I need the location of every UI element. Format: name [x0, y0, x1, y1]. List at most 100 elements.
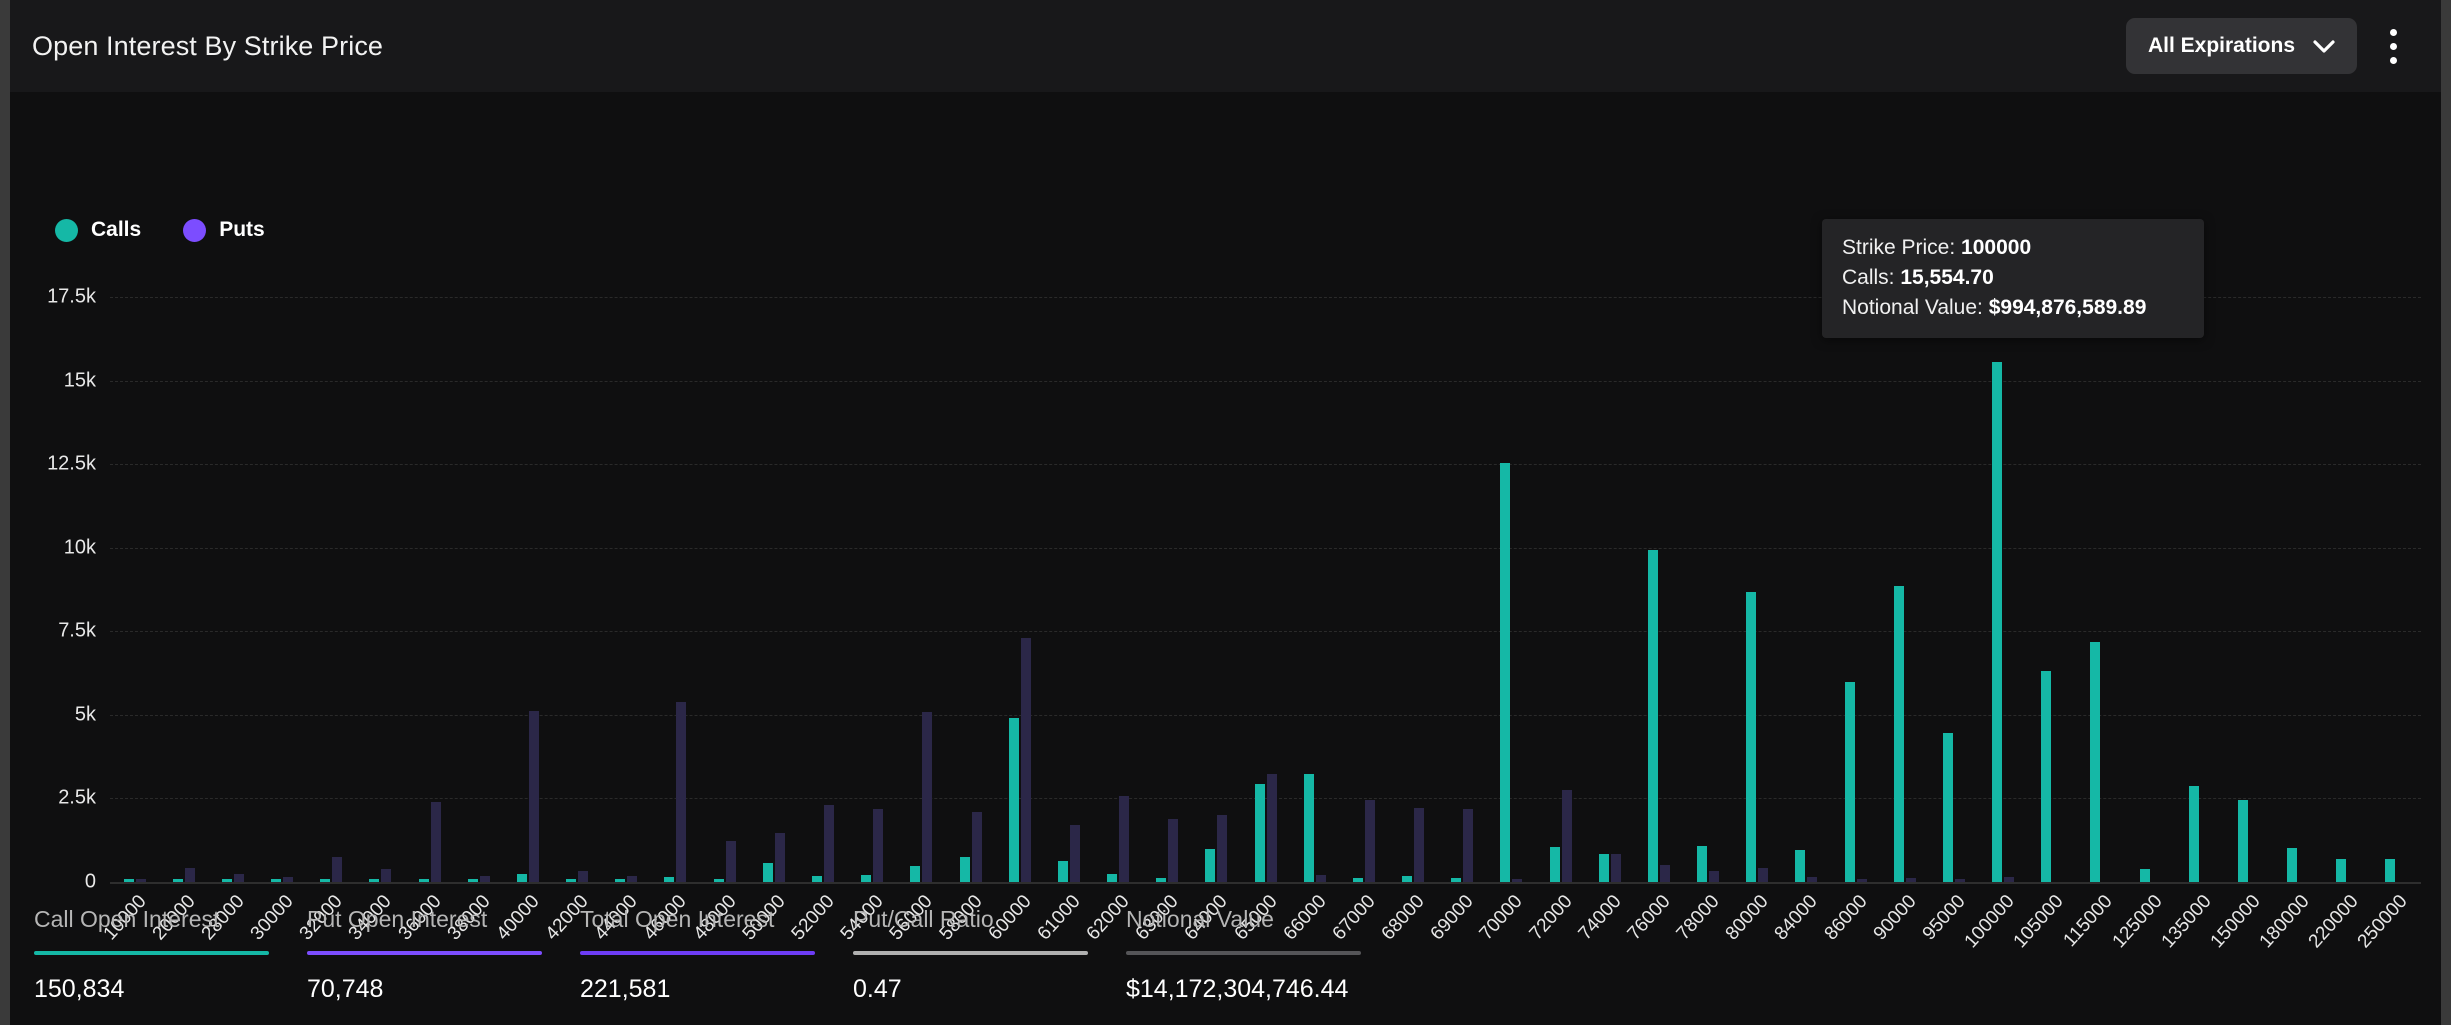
put-bar[interactable]: [479, 875, 490, 882]
call-bar[interactable]: [959, 856, 970, 882]
call-bar[interactable]: [713, 878, 724, 882]
bar-group[interactable]: 40000: [493, 267, 552, 944]
call-bar[interactable]: [2237, 800, 2248, 882]
call-bar[interactable]: [1942, 732, 1953, 882]
put-bar[interactable]: [1414, 808, 1425, 882]
call-bar[interactable]: [1500, 462, 1511, 882]
put-bar[interactable]: [823, 804, 834, 882]
call-bar[interactable]: [1352, 878, 1363, 882]
call-bar[interactable]: [1746, 591, 1757, 882]
bar-group[interactable]: 150000: [2207, 267, 2273, 952]
bar-group[interactable]: 67000: [1329, 267, 1388, 944]
call-bar[interactable]: [1992, 362, 2003, 882]
call-bar[interactable]: [172, 879, 183, 882]
put-bar[interactable]: [1659, 864, 1670, 882]
put-bar[interactable]: [1856, 879, 1867, 882]
put-bar[interactable]: [184, 867, 195, 882]
put-bar[interactable]: [873, 808, 884, 882]
call-bar[interactable]: [2188, 785, 2199, 882]
bar-group[interactable]: 38000: [443, 267, 503, 944]
bar-group[interactable]: 36000: [394, 267, 454, 944]
put-bar[interactable]: [1069, 825, 1080, 882]
call-bar[interactable]: [1402, 875, 1413, 882]
put-bar[interactable]: [1217, 814, 1228, 882]
legend-item-calls[interactable]: Calls: [55, 218, 141, 242]
kebab-menu-icon[interactable]: [2375, 18, 2411, 74]
bar-group[interactable]: 42000: [542, 267, 602, 944]
expirations-dropdown[interactable]: All Expirations: [2125, 18, 2357, 74]
put-bar[interactable]: [1315, 874, 1326, 882]
put-bar[interactable]: [1512, 879, 1523, 882]
bar-group[interactable]: 105000: [2010, 267, 2077, 952]
call-bar[interactable]: [1697, 845, 1708, 882]
put-bar[interactable]: [1954, 879, 1965, 882]
call-bar[interactable]: [615, 879, 626, 882]
call-bar[interactable]: [1008, 717, 1019, 882]
call-bar[interactable]: [2139, 868, 2150, 882]
bar-group[interactable]: 46000: [640, 267, 700, 944]
bar-group[interactable]: 69000: [1427, 267, 1487, 944]
put-bar[interactable]: [971, 811, 982, 882]
bar-group[interactable]: 84000: [1771, 267, 1831, 944]
put-bar[interactable]: [528, 711, 539, 882]
legend-item-puts[interactable]: Puts: [183, 218, 265, 242]
bar-group[interactable]: 28000: [198, 267, 257, 944]
bar-group[interactable]: 125000: [2108, 267, 2175, 952]
bar-group[interactable]: 52000: [788, 267, 847, 944]
bar-group[interactable]: 60000: [984, 267, 1044, 944]
call-bar[interactable]: [1254, 784, 1265, 882]
put-bar[interactable]: [1020, 638, 1031, 882]
call-bar[interactable]: [762, 863, 773, 882]
bar-group[interactable]: 90000: [1869, 267, 1929, 944]
bar-group[interactable]: 63000: [1132, 267, 1192, 944]
bar-group[interactable]: 34000: [345, 267, 405, 944]
call-bar[interactable]: [1795, 850, 1806, 882]
call-bar[interactable]: [1893, 586, 1904, 882]
put-bar[interactable]: [1905, 878, 1916, 882]
call-bar[interactable]: [369, 879, 380, 882]
call-bar[interactable]: [221, 878, 232, 882]
call-bar[interactable]: [910, 865, 921, 882]
bar-group[interactable]: 48000: [689, 267, 749, 944]
put-bar[interactable]: [233, 873, 244, 882]
call-bar[interactable]: [1205, 848, 1216, 882]
bar-group[interactable]: 80000: [1722, 267, 1782, 944]
call-bar[interactable]: [1549, 846, 1560, 882]
call-bar[interactable]: [2385, 858, 2396, 882]
put-bar[interactable]: [774, 832, 785, 882]
put-bar[interactable]: [1709, 870, 1720, 882]
put-bar[interactable]: [1364, 800, 1375, 882]
bar-group[interactable]: 58000: [935, 267, 995, 944]
call-bar[interactable]: [1107, 873, 1118, 882]
bar-group[interactable]: 220000: [2305, 267, 2372, 952]
put-bar[interactable]: [332, 856, 343, 882]
put-bar[interactable]: [1168, 818, 1179, 882]
bar-group[interactable]: 115000: [2060, 267, 2126, 951]
bar-group[interactable]: 72000: [1525, 267, 1585, 944]
put-bar[interactable]: [578, 871, 589, 882]
put-bar[interactable]: [676, 701, 687, 882]
put-bar[interactable]: [1561, 790, 1572, 882]
put-bar[interactable]: [430, 802, 441, 882]
bar-group[interactable]: 56000: [886, 267, 946, 944]
bar-group[interactable]: 70000: [1476, 267, 1536, 944]
put-bar[interactable]: [627, 875, 638, 882]
bar-group[interactable]: 95000: [1919, 267, 1978, 944]
put-bar[interactable]: [725, 840, 736, 882]
put-bar[interactable]: [1807, 877, 1818, 882]
put-bar[interactable]: [135, 879, 146, 882]
put-bar[interactable]: [1758, 868, 1769, 882]
call-bar[interactable]: [1156, 878, 1167, 882]
bar-group[interactable]: 62000: [1083, 267, 1142, 944]
bar-group[interactable]: 135000: [2157, 267, 2224, 952]
bar-group[interactable]: 66000: [1279, 267, 1339, 944]
call-bar[interactable]: [1451, 878, 1462, 882]
put-bar[interactable]: [1610, 853, 1621, 882]
call-bar[interactable]: [516, 873, 527, 882]
bar-group[interactable]: 78000: [1673, 267, 1733, 944]
call-bar[interactable]: [1057, 860, 1068, 882]
call-bar[interactable]: [1647, 550, 1658, 882]
call-bar[interactable]: [566, 879, 577, 882]
call-bar[interactable]: [1303, 774, 1314, 882]
call-bar[interactable]: [467, 879, 478, 882]
